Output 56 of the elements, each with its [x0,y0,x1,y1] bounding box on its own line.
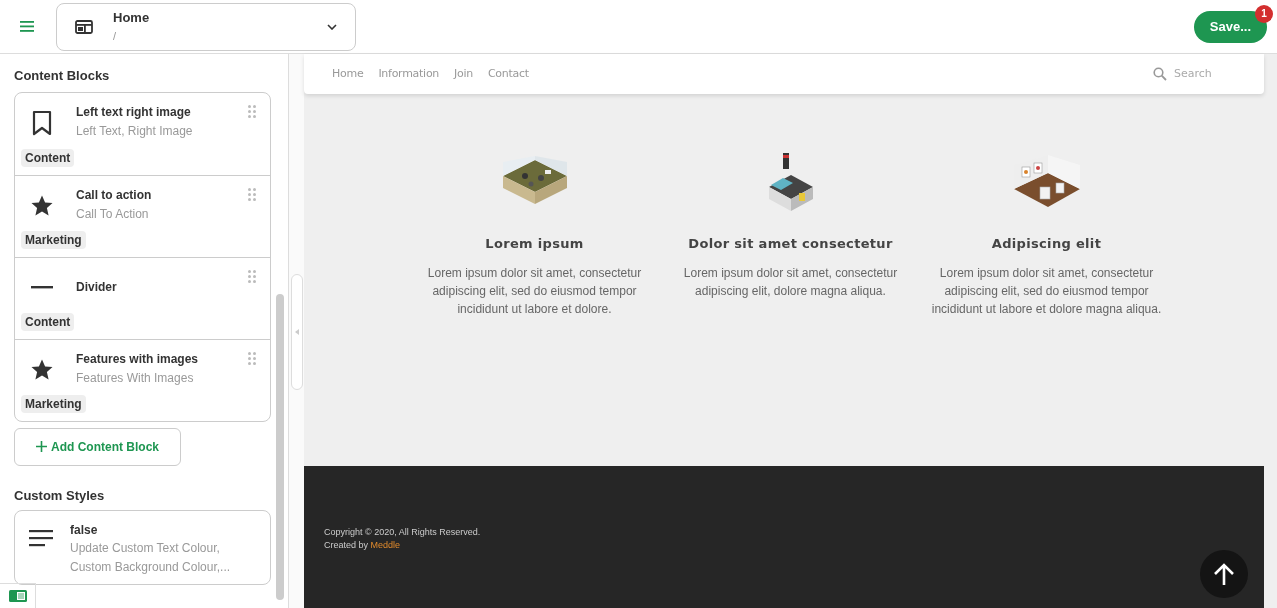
custom-styles-card[interactable]: false Update Custom Text Colour, Custom Background Colour,... [14,510,271,585]
page-path: / [113,28,118,44]
block-title: Features with images [76,350,200,368]
block-title: Divider [76,278,118,296]
category-tag: Content [21,312,75,331]
block-subtitle: Left Text, Right Image [76,122,194,140]
nav-link[interactable]: Join [454,65,473,83]
sheet-icon [8,590,27,602]
feature-title: Adipiscing elit [991,235,1102,253]
feature-description: Lorem ipsum dolor sit amet, consectetur adipiscing elit, sed do eiusmod tempor incididunt ut labore et dolore magna aliqua. [930,264,1163,318]
category-tag: Content [21,148,75,167]
minus-icon [31,286,53,289]
content-block-card[interactable]: Divider Content [15,256,270,339]
section-heading: Content Blocks [14,67,111,85]
panel-collapse-handle[interactable] [290,274,303,390]
notification-badge: 1 [1255,4,1273,23]
feature-title: Dolor sit amet consectetur [688,235,893,253]
plus-icon [36,441,47,452]
feature-title: Lorem ipsum [485,235,584,253]
style-title: false [70,522,99,539]
content-block-card[interactable]: Features with images Features With Images Marketing [15,338,270,421]
created-by-text: Created by Meddle [324,539,402,552]
feature-description: Lorem ipsum dolor sit amet, consectetur adipiscing elit, sed do eiusmod tempor incididunt ut labore et dolore. [426,264,643,318]
menu-icon [20,21,34,32]
style-description: Custom Background Colour,... [70,559,231,576]
bookmark-icon [31,109,53,136]
drag-handle-icon[interactable] [248,104,256,118]
block-subtitle: Call To Action [76,205,150,223]
block-title: Call to action [76,186,153,204]
block-subtitle: Features With Images [76,369,195,387]
style-description: Update Custom Text Colour, [70,540,221,557]
drag-handle-icon[interactable] [248,351,256,365]
drag-handle-icon[interactable] [248,187,256,201]
sheet-tab-button[interactable] [0,583,36,608]
search-field[interactable]: Search [1174,65,1224,83]
drag-handle-icon[interactable] [248,269,256,283]
content-block-card[interactable]: Call to action Call To Action Marketing [15,174,270,257]
content-block-card[interactable]: Left text right image Left Text, Right Image Content [15,92,270,175]
copyright-text: Copyright © 2020, All Rights Reserved. [324,526,482,539]
arrow-up-icon [1213,562,1235,586]
category-tag: Marketing [21,230,86,249]
caret-left-icon [294,329,299,335]
scroll-to-top-button[interactable] [1200,550,1248,598]
section-heading: Custom Styles [14,486,106,505]
category-tag: Marketing [21,394,86,413]
text-align-left-icon [29,530,55,548]
page-title: Home [113,9,151,26]
search-icon [1153,67,1167,81]
add-content-block-button[interactable]: Add Content Block [14,427,181,466]
meddle-link[interactable]: Meddle [370,540,401,550]
layout-icon [75,19,93,34]
page-select[interactable]: Home / [56,2,356,51]
chevron-down-icon [327,23,337,30]
scrollbar-thumb[interactable] [276,294,284,600]
block-title: Left text right image [76,103,192,121]
feature-description: Lorem ipsum dolor sit amet, consectetur adipiscing elit, dolore magna aliqua. [682,264,899,300]
